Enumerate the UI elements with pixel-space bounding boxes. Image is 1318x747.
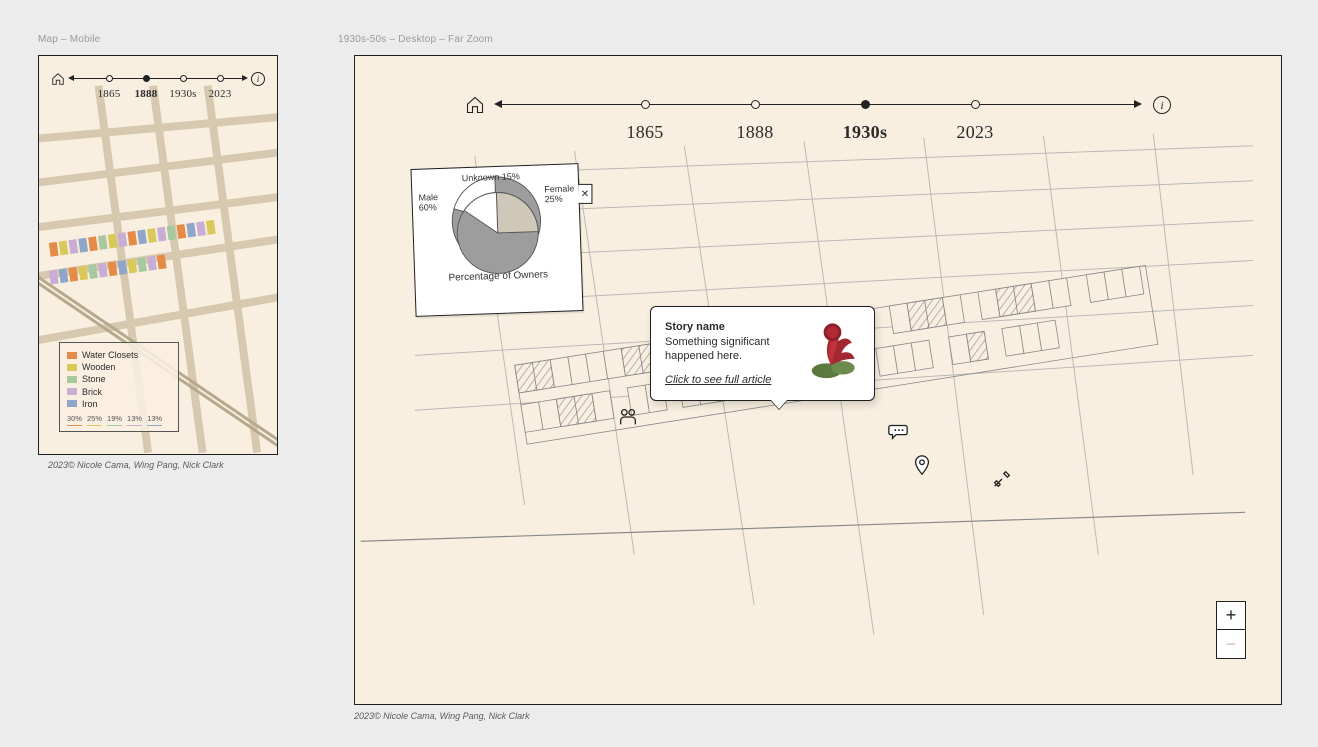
timeline-year-label: 1930s <box>169 88 196 100</box>
legend-row: Wooden <box>67 361 171 373</box>
legend-label: Stone <box>82 373 106 385</box>
timeline-year-label: 1888 <box>736 122 773 143</box>
location-pin-icon[interactable] <box>911 454 933 476</box>
pie-label-female: Female25% <box>544 184 575 205</box>
legend-row: Iron <box>67 398 171 410</box>
pie-label-male: Male60% <box>418 193 438 213</box>
waratah-flower-icon <box>794 313 868 393</box>
zoom-out-button: − <box>1217 630 1245 658</box>
legend-row: Water Closets <box>67 349 171 361</box>
zoom-controls: + − <box>1216 601 1246 659</box>
timeline-dot-1865[interactable] <box>106 75 113 82</box>
pie-label-unknown: Unknown 15% <box>462 172 520 184</box>
timeline-year-label: 2023 <box>209 88 232 100</box>
close-button[interactable]: ✕ <box>578 184 592 204</box>
timeline-dot-1888[interactable] <box>143 75 150 82</box>
copyright-text: 2023© Nicole Cama, Wing Pang, Nick Clark <box>354 711 530 721</box>
timeline-year-label: 1888 <box>135 88 158 100</box>
home-icon[interactable] <box>51 72 65 86</box>
pie-chart-icon <box>450 185 545 280</box>
timeline-year-label: 2023 <box>956 122 993 143</box>
legend-row: Stone <box>67 373 171 385</box>
story-link[interactable]: Click to see full article <box>665 374 802 386</box>
timeline-dot-1888[interactable] <box>751 100 760 109</box>
legend-row: Brick <box>67 386 171 398</box>
legend-label: Wooden <box>82 361 115 373</box>
home-icon[interactable] <box>465 95 485 115</box>
frame-label-mobile: Map – Mobile <box>38 34 100 45</box>
desktop-map-frame: 1865 1888 1930s 2023 i ✕ Unknown 15% Mal… <box>354 55 1282 705</box>
mobile-timeline: 1865 1888 1930s 2023 i <box>51 70 265 100</box>
legend-label: Water Closets <box>82 349 138 361</box>
timeline-dot-2023[interactable] <box>971 100 980 109</box>
timeline-year-label: 1930s <box>843 122 888 143</box>
legend-label: Iron <box>82 398 98 410</box>
timeline-year-label: 1865 <box>98 88 121 100</box>
zoom-in-button[interactable]: + <box>1217 602 1245 630</box>
timeline-year-label: 1865 <box>626 122 663 143</box>
timeline-dot-2023[interactable] <box>217 75 224 82</box>
story-description: Something significant happened here. <box>665 335 802 364</box>
info-icon[interactable]: i <box>251 72 265 86</box>
legend-label: Brick <box>82 386 102 398</box>
frame-label-desktop: 1930s-50s – Desktop – Far Zoom <box>338 34 493 45</box>
story-title: Story name <box>665 321 802 333</box>
timeline-dot-1930s[interactable] <box>180 75 187 82</box>
info-icon[interactable]: i <box>1153 96 1171 114</box>
legend-box: Water Closets Wooden Stone Brick Iron 30… <box>59 342 179 432</box>
timeline-dot-1865[interactable] <box>641 100 650 109</box>
people-pin-icon[interactable] <box>617 406 639 428</box>
speech-bubble-pin-icon[interactable] <box>887 420 909 442</box>
copyright-text: 2023© Nicole Cama, Wing Pang, Nick Clark <box>48 460 224 470</box>
pie-chart-popup: ✕ Unknown 15% Male60% Female25% <box>410 163 583 317</box>
timeline-dot-1930s[interactable] <box>861 100 870 109</box>
story-card[interactable]: Story name Something significant happene… <box>650 306 875 401</box>
mobile-map-frame: 1865 1888 1930s 2023 i Water Closets Woo… <box>38 55 278 455</box>
tools-pin-icon[interactable] <box>991 468 1013 490</box>
desktop-timeline: 1865 1888 1930s 2023 i <box>465 86 1171 146</box>
legend-percents: 30% 25% 19% 13% 13% <box>67 414 171 426</box>
close-icon: ✕ <box>581 188 589 199</box>
